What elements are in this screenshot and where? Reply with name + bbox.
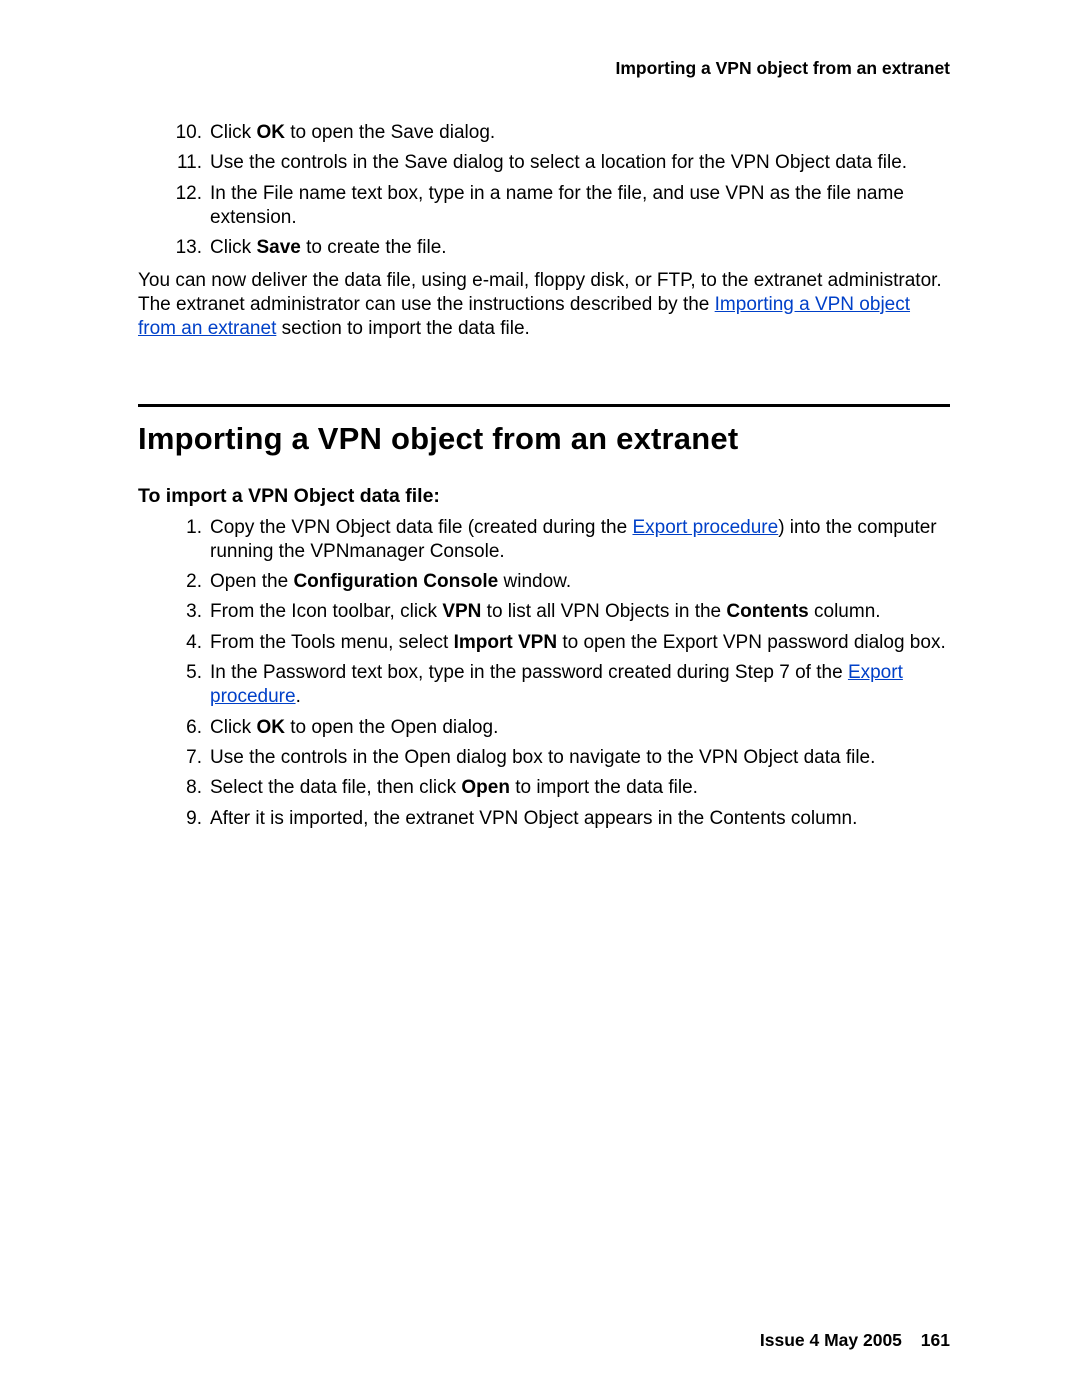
delivery-paragraph: You can now deliver the data file, using… — [138, 269, 950, 342]
step-text: From the Icon toolbar, click VPN to list… — [210, 600, 950, 624]
previous-steps-continuation: 10. Click OK to open the Save dialog. 11… — [138, 121, 950, 261]
step-number: 8. — [180, 776, 210, 800]
step-number: 6. — [180, 716, 210, 740]
step-text: Select the data file, then click Open to… — [210, 776, 950, 800]
section-divider — [138, 404, 950, 407]
running-header: Importing a VPN object from an extranet — [138, 58, 950, 79]
step-text: Use the controls in the Open dialog box … — [210, 746, 950, 770]
step-text: In the Password text box, type in the pa… — [210, 661, 950, 710]
page-footer: Issue 4 May 2005 161 — [760, 1330, 950, 1351]
step-number: 9. — [180, 807, 210, 831]
step-text: Open the Configuration Console window. — [210, 570, 950, 594]
step-number: 13. — [172, 236, 210, 260]
procedure-subtitle: To import a VPN Object data file: — [138, 485, 950, 508]
import-steps-list: 1. Copy the VPN Object data file (create… — [138, 516, 950, 831]
link-export-procedure[interactable]: Export procedure — [632, 517, 778, 538]
step-number: 10. — [172, 121, 210, 145]
step-text: Copy the VPN Object data file (created d… — [210, 516, 950, 565]
step-number: 12. — [172, 182, 210, 231]
step-number: 11. — [172, 151, 210, 175]
step-text: From the Tools menu, select Import VPN t… — [210, 631, 950, 655]
step-text: After it is imported, the extranet VPN O… — [210, 807, 950, 831]
step-number: 4. — [180, 631, 210, 655]
step-number: 1. — [180, 516, 210, 565]
step-text: Use the controls in the Save dialog to s… — [210, 151, 950, 175]
page-number: 161 — [921, 1330, 950, 1350]
section-title: Importing a VPN object from an extranet — [138, 421, 950, 457]
page: Importing a VPN object from an extranet … — [0, 0, 1080, 1397]
step-text: Click OK to open the Save dialog. — [210, 121, 950, 145]
step-number: 5. — [180, 661, 210, 710]
step-number: 3. — [180, 600, 210, 624]
step-text: Click OK to open the Open dialog. — [210, 716, 950, 740]
issue-date: Issue 4 May 2005 — [760, 1330, 902, 1350]
step-number: 2. — [180, 570, 210, 594]
step-text: In the File name text box, type in a nam… — [210, 182, 950, 231]
step-number: 7. — [180, 746, 210, 770]
step-text: Click Save to create the file. — [210, 236, 950, 260]
